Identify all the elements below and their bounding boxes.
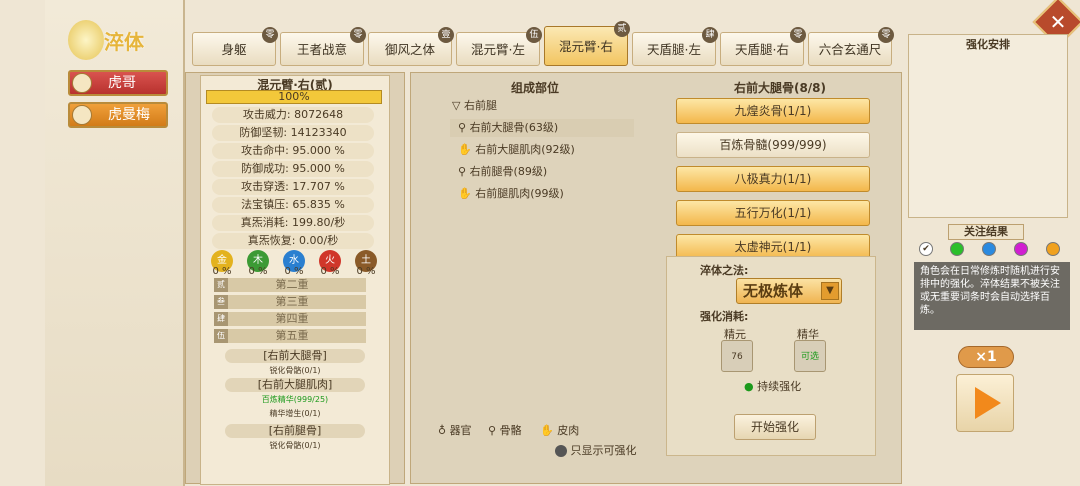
organ-icon: ♁ <box>438 424 450 437</box>
bone-icon: ⚲ <box>488 424 500 437</box>
element-pct: 0 % <box>284 266 304 277</box>
avatar <box>72 105 92 125</box>
play-icon <box>975 387 1001 419</box>
character-item[interactable]: 虎哥 <box>68 70 168 96</box>
tab-tiandun-left[interactable]: 天盾腿·左肆 <box>632 27 718 66</box>
tab-wangzhe[interactable]: 王者战意零 <box>280 27 366 66</box>
tab-badge: 零 <box>878 27 894 43</box>
tab-tiandun-right[interactable]: 天盾腿·右零 <box>720 27 806 66</box>
tab-hunyuan-right[interactable]: 混元臂·右贰 <box>544 21 630 66</box>
tab-liuhe[interactable]: 六合玄通尺零 <box>808 27 894 66</box>
skill-item[interactable]: 五行万化(1/1) <box>676 200 870 226</box>
essence-icon[interactable]: 76 <box>721 340 753 372</box>
cost-label: 强化消耗: <box>700 310 749 323</box>
skill-item[interactable]: 百炼骨髓(999/999) <box>676 132 870 158</box>
tab-badge: 零 <box>262 27 278 43</box>
requirement-name: [右前大腿骨] <box>225 349 365 363</box>
element-pct: 0 % <box>356 266 376 277</box>
chevron-down-icon: ▽ <box>452 99 464 112</box>
progress-bar: 100% <box>206 90 382 104</box>
element-pct: 0 % <box>248 266 268 277</box>
character-name: 虎哥 <box>108 75 136 91</box>
requirement-sub: 锐化骨骼(0/1) <box>269 366 321 375</box>
check-icon: ● <box>744 380 758 393</box>
element-pct: 0 % <box>320 266 340 277</box>
parts-title: 组成部位 <box>510 81 559 95</box>
tab-badge: 零 <box>790 27 806 43</box>
stat-row: 法宝镇压: 65.835 % <box>212 197 374 213</box>
bones-title: 右前大腿骨(8/8) <box>733 81 827 95</box>
stat-row: 攻击命中: 95.000 % <box>212 143 374 159</box>
bone-icon: ⚲ <box>458 165 470 178</box>
focus-description: 角色会在日常修炼时随机进行安排中的强化。淬体结果不被关注或无重要词条时会自动选择… <box>914 262 1070 330</box>
continuous-checkbox[interactable]: ● 持续强化 <box>744 378 801 394</box>
part-item[interactable]: ⚲ 右前大腿骨(63级) <box>450 119 634 137</box>
layer-item[interactable]: 贰第二重 <box>214 278 366 292</box>
tab-badge: 肆 <box>702 27 718 43</box>
character-item[interactable]: 虎曼梅 <box>68 102 168 128</box>
legend-flesh: ✋ 皮肉 <box>540 424 580 437</box>
tab-bar: 身躯零 王者战意零 御风之体壹 混元臂·左伍 混元臂·右贰 天盾腿·左肆 天盾腿… <box>188 21 906 72</box>
start-upgrade-button[interactable]: 开始强化 <box>734 414 816 440</box>
part-item[interactable]: ✋ 右前腿肌肉(99级) <box>450 185 634 203</box>
flesh-icon: ✋ <box>540 424 558 437</box>
part-item[interactable]: ⚲ 右前腿骨(89级) <box>450 163 634 181</box>
flesh-icon: ✋ <box>458 143 476 156</box>
focus-orange-toggle[interactable] <box>1046 242 1060 256</box>
legend-organ: ♁ 器官 <box>438 424 472 437</box>
stat-row: 真炁消耗: 199.80/秒 <box>212 215 374 231</box>
skill-item[interactable]: 八极真力(1/1) <box>676 166 870 192</box>
requirement-name: [右前腿骨] <box>225 424 365 438</box>
focus-blue-toggle[interactable] <box>982 242 996 256</box>
bone-icon: ⚲ <box>458 121 470 134</box>
tab-hunyuan-left[interactable]: 混元臂·左伍 <box>456 27 542 66</box>
legend-bone: ⚲ 骨骼 <box>488 424 522 437</box>
character-name: 虎曼梅 <box>108 107 150 123</box>
stat-row: 防御成功: 95.000 % <box>212 161 374 177</box>
dropdown-icon: ▼ <box>821 282 839 300</box>
part-group[interactable]: ▽ 右前腿 <box>452 97 497 113</box>
stat-row: 攻击威力: 8072648 <box>212 107 374 123</box>
stat-row: 真炁恢复: 0.00/秒 <box>212 233 374 249</box>
layer-item[interactable]: 肆第四重 <box>214 312 366 326</box>
focus-purple-toggle[interactable] <box>1014 242 1028 256</box>
method-select[interactable]: 无极炼体 ▼ <box>736 278 842 304</box>
stat-row: 攻击穿透: 17.707 % <box>212 179 374 195</box>
extract-icon[interactable]: 可选 <box>794 340 826 372</box>
focus-white-toggle[interactable]: ✔ <box>919 242 933 256</box>
requirement-sub: 精华增生(0/1) <box>269 409 321 418</box>
multiplier-button[interactable]: ×1 <box>958 346 1014 368</box>
arrangement-panel <box>908 34 1068 218</box>
stat-row: 防御坚韧: 14123340 <box>212 125 374 141</box>
requirement-name: [右前大腿肌肉] <box>225 378 365 392</box>
tab-badge: 伍 <box>526 27 542 43</box>
requirement-sub: 百炼精华(999/25) <box>261 395 329 404</box>
play-button[interactable] <box>956 374 1014 432</box>
logo-icon <box>68 20 104 60</box>
layer-item[interactable]: 伍第五重 <box>214 329 366 343</box>
layer-item[interactable]: 叁第三重 <box>214 295 366 309</box>
page-title: 淬体 <box>104 30 144 54</box>
part-item[interactable]: ✋ 右前大腿肌肉(92级) <box>450 141 634 159</box>
element-pct: 0 % <box>212 266 232 277</box>
tab-shenqu[interactable]: 身躯零 <box>192 27 278 66</box>
focus-green-toggle[interactable] <box>950 242 964 256</box>
method-label: 淬体之法: <box>700 264 749 277</box>
skill-item[interactable]: 九煌炎骨(1/1) <box>676 98 870 124</box>
tab-badge: 零 <box>350 27 366 43</box>
tab-badge: 壹 <box>438 27 454 43</box>
requirement-sub: 锐化骨骼(0/1) <box>269 441 321 450</box>
arrangement-title: 强化安排 <box>966 38 1010 51</box>
only-upgradable-toggle[interactable]: 只显示可强化 <box>555 442 637 458</box>
radio-icon <box>555 445 567 457</box>
avatar <box>72 73 92 93</box>
tab-yufeng[interactable]: 御风之体壹 <box>368 27 454 66</box>
flesh-icon: ✋ <box>458 187 476 200</box>
focus-title: 关注结果 <box>948 224 1024 240</box>
tab-badge: 贰 <box>614 21 630 37</box>
